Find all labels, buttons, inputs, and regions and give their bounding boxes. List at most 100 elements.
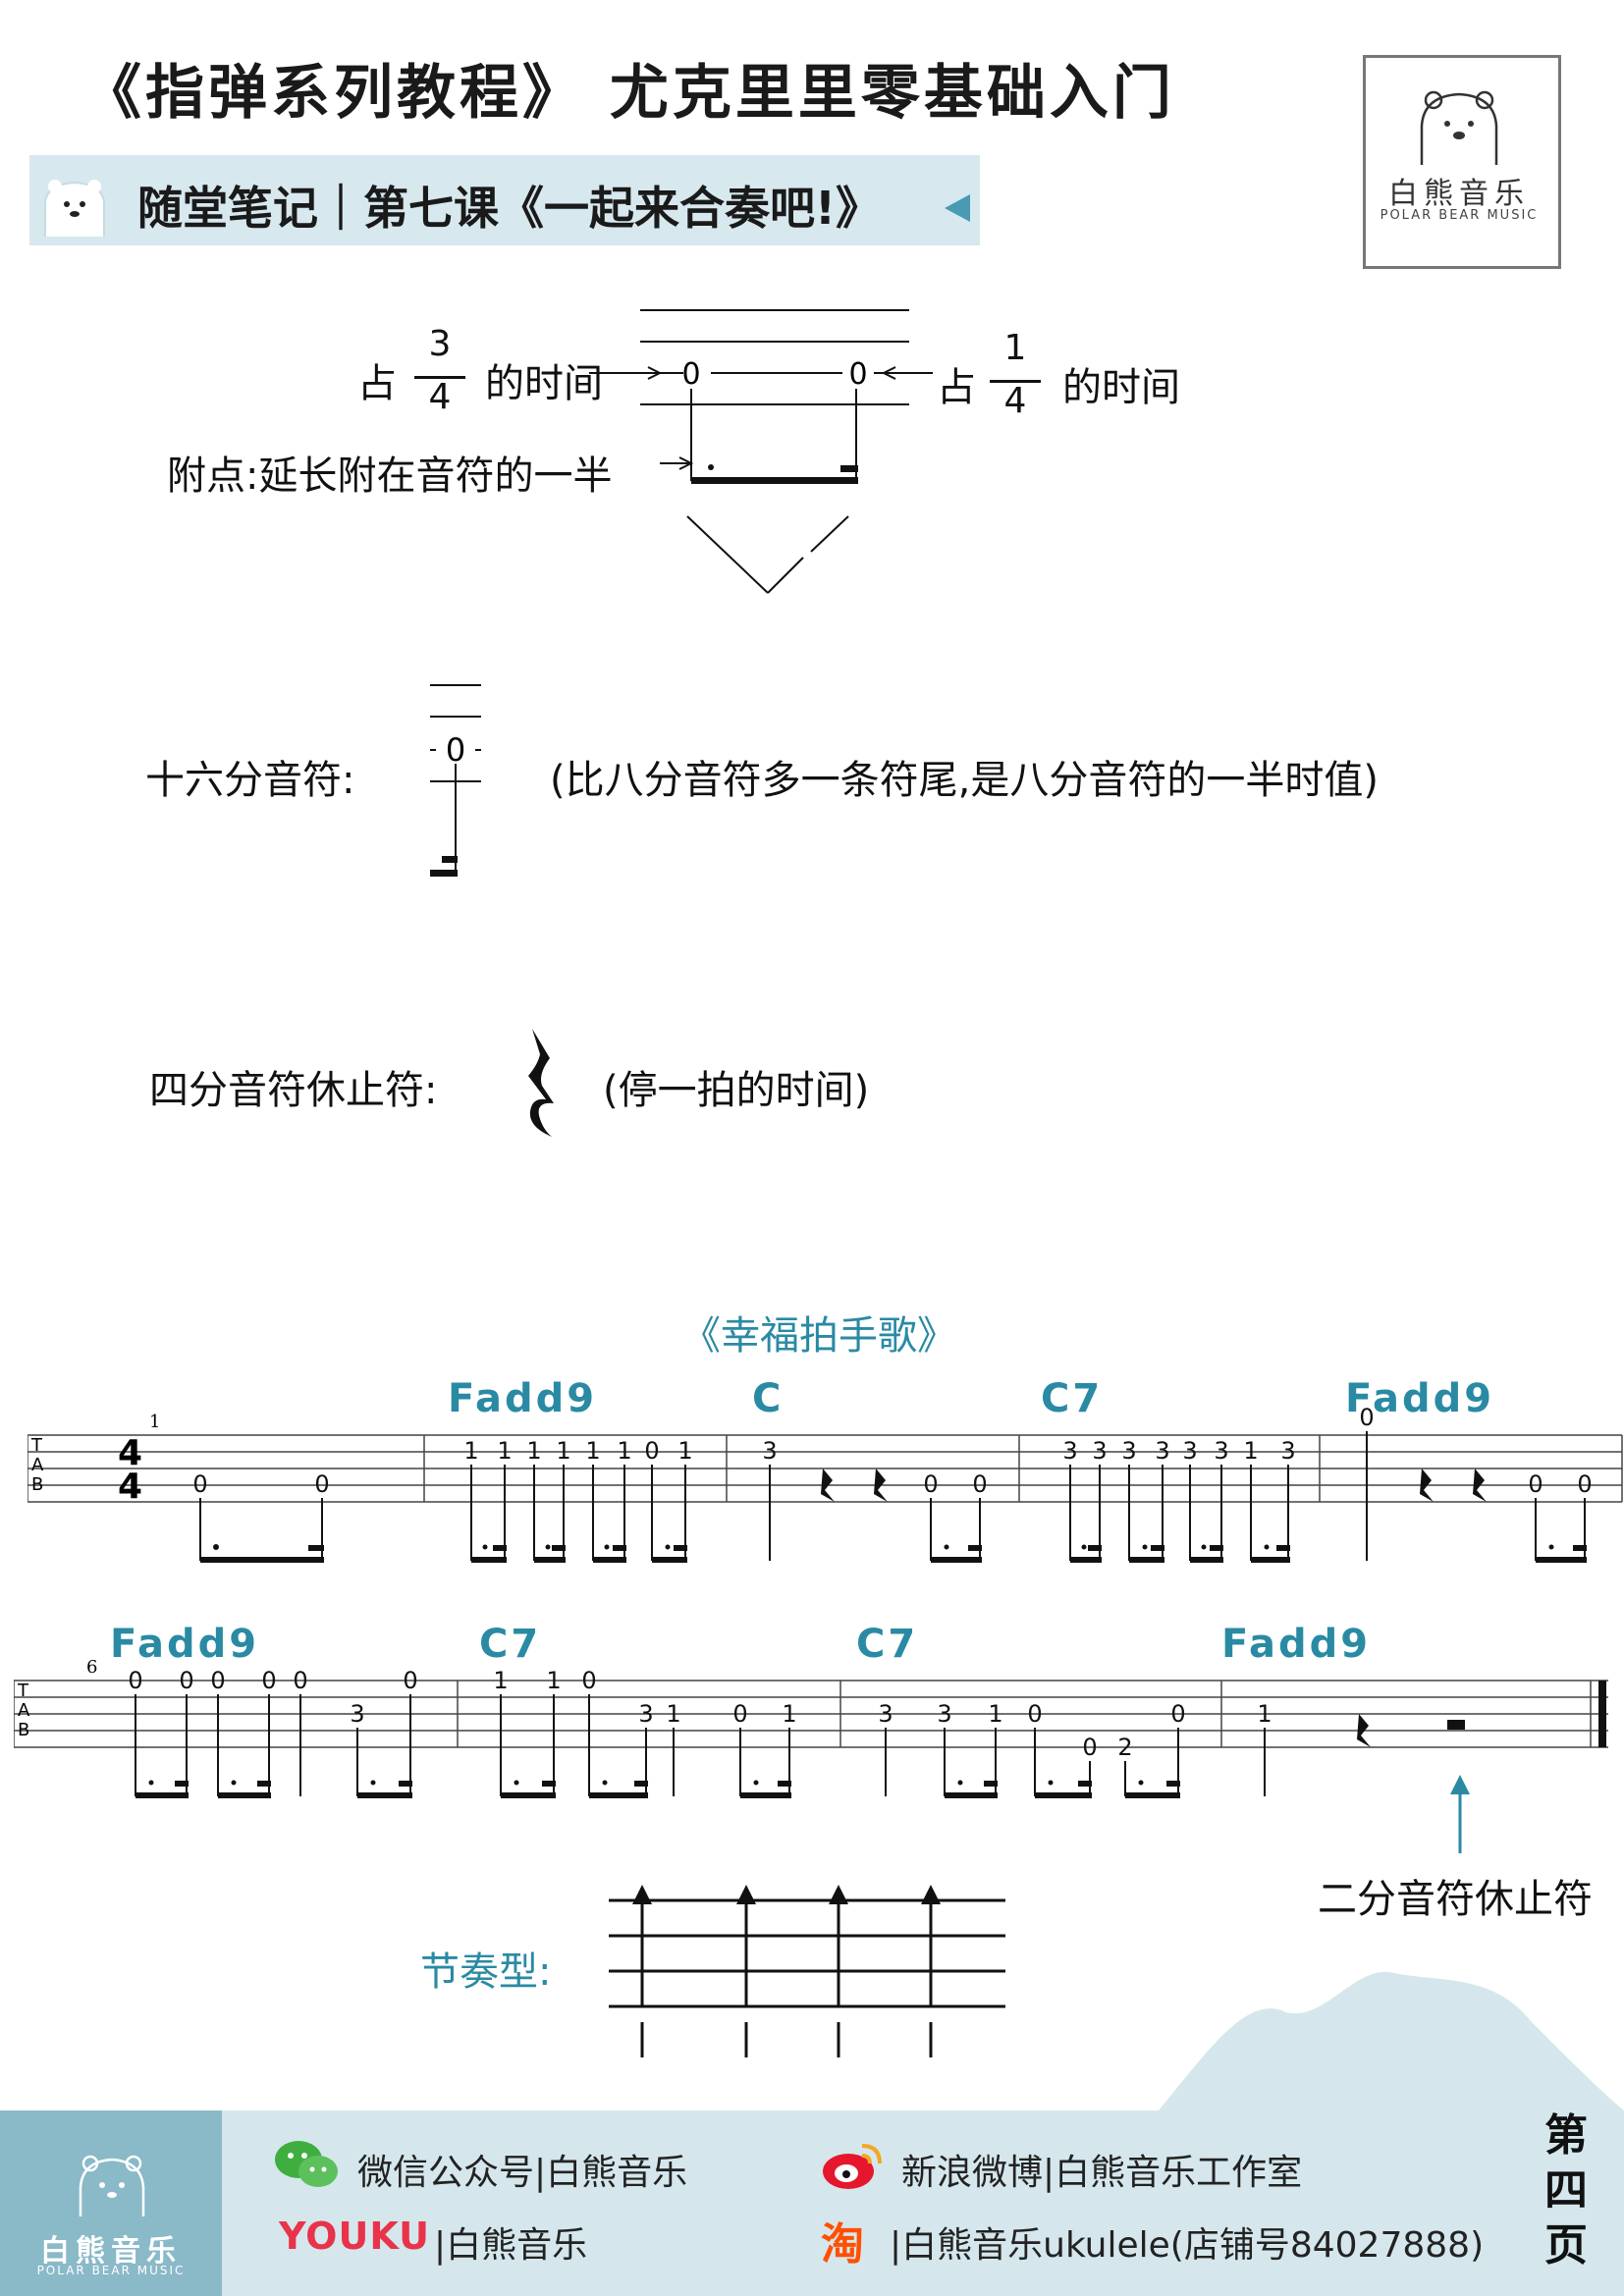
svg-text:1: 1	[1257, 1700, 1272, 1728]
youku-text: |白熊音乐	[434, 2225, 588, 2266]
svg-text:0: 0	[314, 1470, 329, 1498]
svg-text:0: 0	[261, 1667, 276, 1694]
tab-letter-a: A	[31, 1455, 44, 1475]
taobao-icon: 淘	[821, 2219, 864, 2269]
fraction-right-num: 1	[1003, 328, 1027, 368]
svg-text:0: 0	[403, 1667, 417, 1694]
tab-letter-t: T	[17, 1681, 29, 1701]
svg-text:0: 0	[128, 1667, 142, 1694]
svg-text:1: 1	[666, 1700, 680, 1728]
fraction-left-num: 3	[428, 324, 452, 364]
svg-text:3: 3	[1062, 1437, 1077, 1465]
dotted-right-suffix: 的时间	[1062, 365, 1180, 410]
measure-number-1: 1	[149, 1412, 160, 1432]
taobao-text: |白熊音乐ukulele(店铺号84027888)	[890, 2225, 1485, 2266]
svg-text:3: 3	[350, 1700, 364, 1728]
page-number-char-2: 四	[1544, 2165, 1588, 2216]
song-title: 《幸福拍手歌》	[681, 1313, 956, 1359]
svg-text:0: 0	[1528, 1470, 1543, 1498]
svg-text:3: 3	[1121, 1437, 1136, 1465]
svg-text:1: 1	[677, 1437, 692, 1465]
svg-text:2: 2	[1117, 1734, 1132, 1761]
dotted-left-suffix: 的时间	[485, 361, 603, 406]
footer-logo-en: POLAR BEAR MUSIC	[36, 2264, 186, 2277]
logo-name-en: POLAR BEAR MUSIC	[1380, 208, 1539, 223]
svg-text:1: 1	[493, 1667, 508, 1694]
svg-text:1: 1	[463, 1437, 478, 1465]
dotted-right-prefix: 占	[937, 365, 976, 410]
weibo-text: 新浪微博|白熊音乐工作室	[901, 2153, 1303, 2193]
tab-letter-t: T	[30, 1435, 43, 1456]
dot-explanation: 附点:延长附在音符的一半	[167, 454, 613, 499]
svg-text:1: 1	[526, 1437, 541, 1465]
page-number: 第 四 页	[1542, 2109, 1591, 2273]
dotted-note-diagram: 0 0	[589, 309, 933, 594]
svg-text:3: 3	[937, 1700, 951, 1728]
svg-text:0: 0	[1577, 1470, 1592, 1498]
fraction-right-den: 4	[1003, 381, 1027, 421]
svg-text:1: 1	[988, 1700, 1002, 1728]
svg-text:0: 0	[644, 1437, 659, 1465]
page-title: 《指弹系列教程》 尤克里里零基础入门	[82, 59, 1175, 128]
rhythm-pattern-diagram	[609, 1885, 1005, 2057]
polar-bear-logo-icon	[1420, 90, 1498, 165]
svg-text:3: 3	[638, 1700, 653, 1728]
sixteenth-note-description: (比八分音符多一条符尾,是八分音符的一半时值)	[550, 758, 1379, 803]
svg-text:3: 3	[1280, 1437, 1295, 1465]
svg-text:1: 1	[546, 1667, 561, 1694]
svg-text:3: 3	[1155, 1437, 1169, 1465]
tab-letter-b: B	[31, 1474, 43, 1495]
half-rest-small	[1447, 1720, 1465, 1730]
svg-text:3: 3	[1182, 1437, 1197, 1465]
half-rest-label: 二分音符休止符	[1318, 1877, 1593, 1922]
sixteenth-note-symbol: 0	[430, 684, 481, 877]
svg-text:0: 0	[581, 1667, 596, 1694]
svg-text:0: 0	[1082, 1734, 1097, 1761]
svg-text:1: 1	[782, 1700, 796, 1728]
page-number-char-3: 页	[1544, 2220, 1588, 2270]
svg-text:0: 0	[732, 1700, 747, 1728]
half-rest-arrow-icon	[1450, 1775, 1470, 1853]
svg-text:0: 0	[446, 731, 465, 769]
svg-text:1: 1	[1243, 1437, 1258, 1465]
svg-text:1: 1	[617, 1437, 631, 1465]
svg-text:0: 0	[1359, 1408, 1374, 1431]
dotted-left-prefix: 占	[357, 361, 397, 406]
triangle-left-icon	[945, 194, 970, 222]
svg-text:0: 0	[972, 1470, 987, 1498]
svg-text:3: 3	[878, 1700, 893, 1728]
svg-text:1: 1	[497, 1437, 512, 1465]
svg-text:0: 0	[923, 1470, 938, 1498]
svg-text:0: 0	[1170, 1700, 1185, 1728]
quarter-rest-symbol	[528, 1029, 554, 1137]
weibo-icon	[823, 2144, 882, 2189]
svg-text:1: 1	[585, 1437, 600, 1465]
svg-text:0: 0	[192, 1470, 207, 1498]
svg-text:3: 3	[1092, 1437, 1107, 1465]
bear-icon	[44, 180, 105, 237]
tab-staff-row2: T A B 6 00000 30 110 3101 3310 0 20 1	[14, 1657, 1608, 1798]
lesson-subtitle: 随堂笔记｜第七课《一起来合奏吧!》	[137, 182, 881, 235]
wechat-icon	[275, 2141, 338, 2187]
wechat-text: 微信公众号|白熊音乐	[357, 2153, 688, 2193]
quarter-rest-description: (停一拍的时间)	[603, 1068, 870, 1113]
svg-text:0: 0	[848, 357, 867, 392]
measure-number-6: 6	[86, 1657, 97, 1678]
svg-text:0: 0	[293, 1667, 307, 1694]
svg-text:0: 0	[681, 357, 700, 392]
fraction-left-den: 4	[428, 377, 452, 417]
page-number-char-1: 第	[1544, 2110, 1588, 2161]
quarter-rest-label: 四分音符休止符:	[149, 1068, 438, 1113]
youku-logo: YOUKU	[279, 2215, 430, 2258]
tab-letter-a: A	[18, 1700, 30, 1721]
svg-text:3: 3	[762, 1437, 777, 1465]
sixteenth-note-label: 十六分音符:	[145, 758, 355, 803]
tab-letter-b: B	[18, 1720, 29, 1740]
footer-bar	[0, 2110, 1624, 2296]
time-sig-bottom: 4	[118, 1467, 142, 1507]
svg-text:0: 0	[179, 1667, 193, 1694]
svg-text:3: 3	[1214, 1437, 1228, 1465]
tab-staff-row1: T A B 1 4 4 00 1111 1101 3 00 3333 3313 …	[27, 1408, 1623, 1563]
footer-bear-icon	[79, 2155, 145, 2216]
svg-text:0: 0	[1027, 1700, 1042, 1728]
